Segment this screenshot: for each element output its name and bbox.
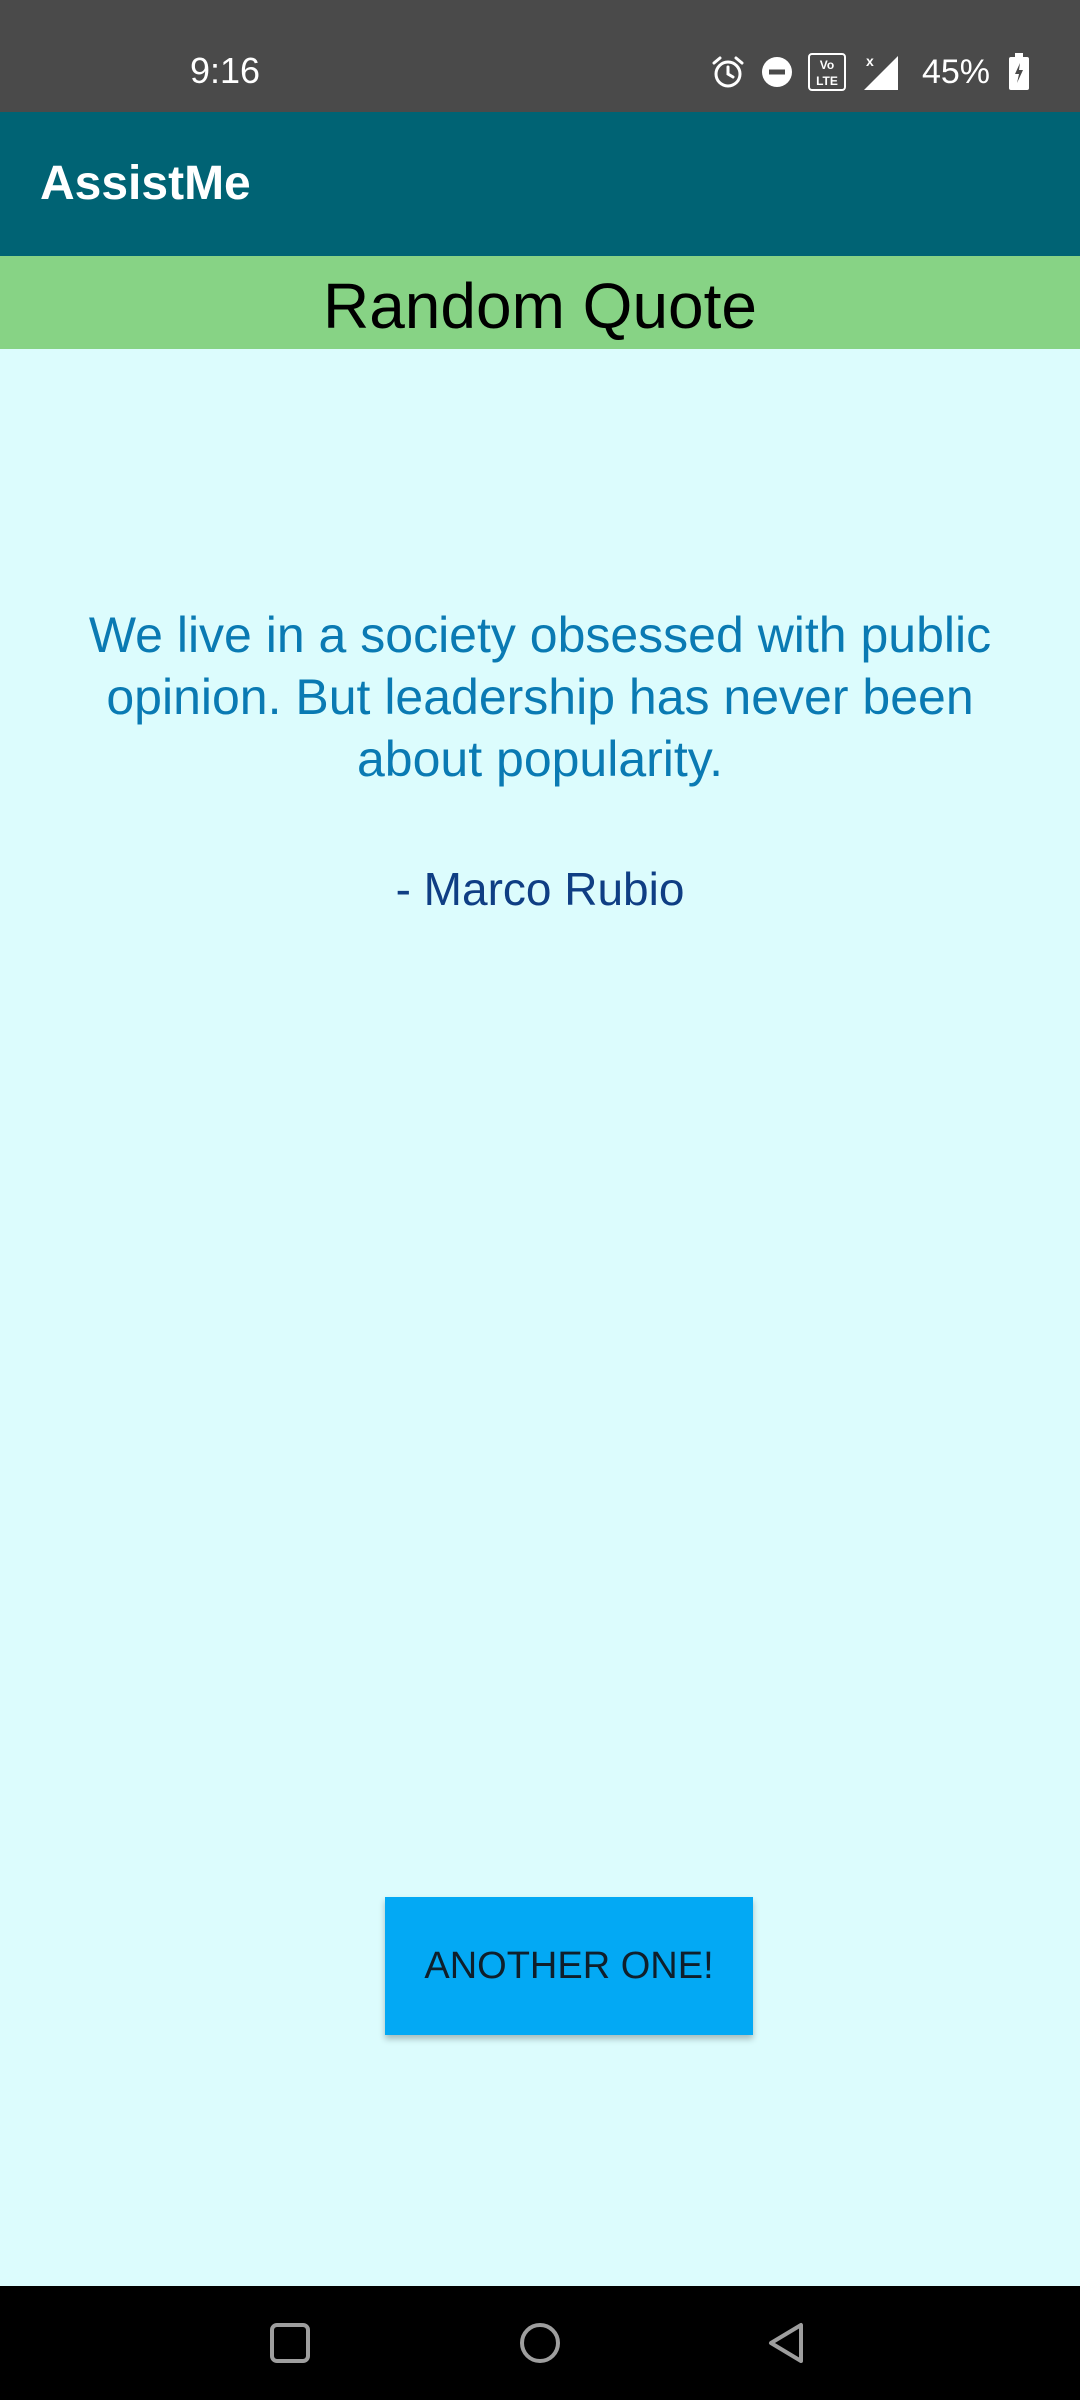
quote-text: We live in a society obsessed with publi… — [88, 607, 992, 787]
battery-icon — [1008, 53, 1030, 91]
svg-text:Vo: Vo — [820, 58, 834, 72]
quote-content: We live in a society obsessed with publi… — [0, 349, 1080, 2286]
alarm-icon — [710, 54, 746, 90]
app-bar: AssistMe — [0, 112, 1080, 256]
app-title: AssistMe — [40, 157, 251, 210]
back-icon[interactable] — [758, 2313, 818, 2373]
do-not-disturb-icon — [760, 55, 794, 89]
battery-percent: 45% — [921, 52, 990, 91]
navigation-bar — [0, 2286, 1080, 2400]
another-one-button[interactable]: ANOTHER ONE! — [385, 1897, 753, 2035]
quote-author: - Marco Rubio — [395, 863, 685, 915]
page-title: Random Quote — [322, 270, 758, 342]
status-time: 9:16 — [190, 50, 261, 91]
recents-icon[interactable] — [260, 2313, 320, 2373]
volte-icon: Vo LTE — [807, 53, 846, 91]
status-bar: 9:16 Vo LTE x 45% — [0, 0, 1080, 112]
svg-text:x: x — [866, 53, 874, 69]
home-icon[interactable] — [510, 2313, 570, 2373]
svg-text:LTE: LTE — [816, 74, 838, 88]
section-header: Random Quote — [0, 256, 1080, 349]
signal-icon: x — [860, 52, 900, 92]
status-icons: Vo LTE x 45% — [710, 46, 1030, 98]
